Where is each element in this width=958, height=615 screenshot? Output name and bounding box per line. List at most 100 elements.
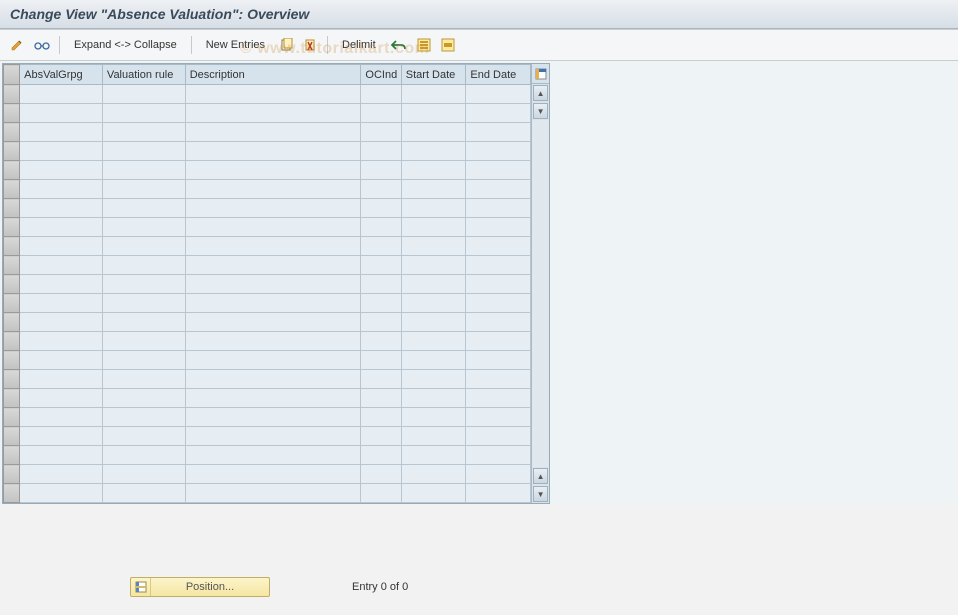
cell[interactable]: [361, 161, 401, 180]
cell[interactable]: [102, 408, 185, 427]
row-selector[interactable]: [4, 332, 20, 351]
cell[interactable]: [185, 370, 361, 389]
cell[interactable]: [361, 294, 401, 313]
table-row[interactable]: [4, 370, 531, 389]
row-selector[interactable]: [4, 256, 20, 275]
cell[interactable]: [401, 408, 466, 427]
cell[interactable]: [185, 484, 361, 503]
cell[interactable]: [361, 427, 401, 446]
cell[interactable]: [466, 332, 531, 351]
table-row[interactable]: [4, 161, 531, 180]
delimit-button[interactable]: Delimit: [333, 34, 385, 56]
cell[interactable]: [102, 161, 185, 180]
col-header-valrule[interactable]: Valuation rule: [102, 65, 185, 85]
row-selector[interactable]: [4, 465, 20, 484]
cell[interactable]: [401, 332, 466, 351]
cell[interactable]: [20, 389, 103, 408]
cell[interactable]: [185, 465, 361, 484]
cell[interactable]: [20, 256, 103, 275]
cell[interactable]: [185, 446, 361, 465]
cell[interactable]: [401, 256, 466, 275]
cell[interactable]: [361, 104, 401, 123]
cell[interactable]: [20, 142, 103, 161]
cell[interactable]: [102, 85, 185, 104]
table-row[interactable]: [4, 104, 531, 123]
cell[interactable]: [20, 408, 103, 427]
row-selector[interactable]: [4, 142, 20, 161]
cell[interactable]: [401, 313, 466, 332]
cell[interactable]: [361, 199, 401, 218]
table-row[interactable]: [4, 256, 531, 275]
cell[interactable]: [185, 256, 361, 275]
table-row[interactable]: [4, 408, 531, 427]
edit-button[interactable]: [6, 34, 28, 56]
undo-button[interactable]: [387, 34, 411, 56]
cell[interactable]: [466, 218, 531, 237]
cell[interactable]: [361, 408, 401, 427]
cell[interactable]: [401, 389, 466, 408]
table-row[interactable]: [4, 218, 531, 237]
table-row[interactable]: [4, 123, 531, 142]
cell[interactable]: [185, 161, 361, 180]
row-selector[interactable]: [4, 161, 20, 180]
cell[interactable]: [20, 123, 103, 142]
cell[interactable]: [361, 142, 401, 161]
cell[interactable]: [20, 351, 103, 370]
cell[interactable]: [466, 427, 531, 446]
cell[interactable]: [466, 294, 531, 313]
cell[interactable]: [20, 275, 103, 294]
cell[interactable]: [401, 104, 466, 123]
cell[interactable]: [361, 313, 401, 332]
cell[interactable]: [361, 180, 401, 199]
cell[interactable]: [401, 180, 466, 199]
cell[interactable]: [401, 123, 466, 142]
table-row[interactable]: [4, 351, 531, 370]
cell[interactable]: [401, 142, 466, 161]
table-row[interactable]: [4, 85, 531, 104]
cell[interactable]: [466, 256, 531, 275]
delete-button[interactable]: [300, 34, 322, 56]
row-selector[interactable]: [4, 180, 20, 199]
cell[interactable]: [401, 446, 466, 465]
col-header-absvalgrpg[interactable]: AbsValGrpg: [20, 65, 103, 85]
table-row[interactable]: [4, 465, 531, 484]
cell[interactable]: [361, 389, 401, 408]
expand-collapse-button[interactable]: Expand <-> Collapse: [65, 34, 186, 56]
table-row[interactable]: [4, 199, 531, 218]
cell[interactable]: [102, 275, 185, 294]
row-selector[interactable]: [4, 104, 20, 123]
cell[interactable]: [102, 332, 185, 351]
row-selector[interactable]: [4, 484, 20, 503]
copy-button[interactable]: [276, 34, 298, 56]
cell[interactable]: [466, 351, 531, 370]
cell[interactable]: [20, 237, 103, 256]
cell[interactable]: [361, 85, 401, 104]
cell[interactable]: [466, 123, 531, 142]
cell[interactable]: [361, 237, 401, 256]
row-selector[interactable]: [4, 85, 20, 104]
row-selector[interactable]: [4, 427, 20, 446]
cell[interactable]: [361, 218, 401, 237]
cell[interactable]: [20, 199, 103, 218]
vertical-scrollbar[interactable]: ▲ ▼ ▲ ▼: [531, 64, 549, 503]
cell[interactable]: [20, 161, 103, 180]
cell[interactable]: [401, 465, 466, 484]
cell[interactable]: [185, 218, 361, 237]
cell[interactable]: [466, 389, 531, 408]
cell[interactable]: [102, 294, 185, 313]
table-row[interactable]: [4, 237, 531, 256]
cell[interactable]: [466, 408, 531, 427]
cell[interactable]: [401, 161, 466, 180]
col-header-ocind[interactable]: OCInd: [361, 65, 401, 85]
cell[interactable]: [20, 104, 103, 123]
col-header-startdate[interactable]: Start Date: [401, 65, 466, 85]
cell[interactable]: [102, 142, 185, 161]
table-row[interactable]: [4, 484, 531, 503]
row-selector[interactable]: [4, 370, 20, 389]
cell[interactable]: [401, 237, 466, 256]
cell[interactable]: [102, 237, 185, 256]
cell[interactable]: [20, 294, 103, 313]
cell[interactable]: [185, 199, 361, 218]
col-header-enddate[interactable]: End Date: [466, 65, 531, 85]
scroll-track[interactable]: [532, 120, 549, 467]
